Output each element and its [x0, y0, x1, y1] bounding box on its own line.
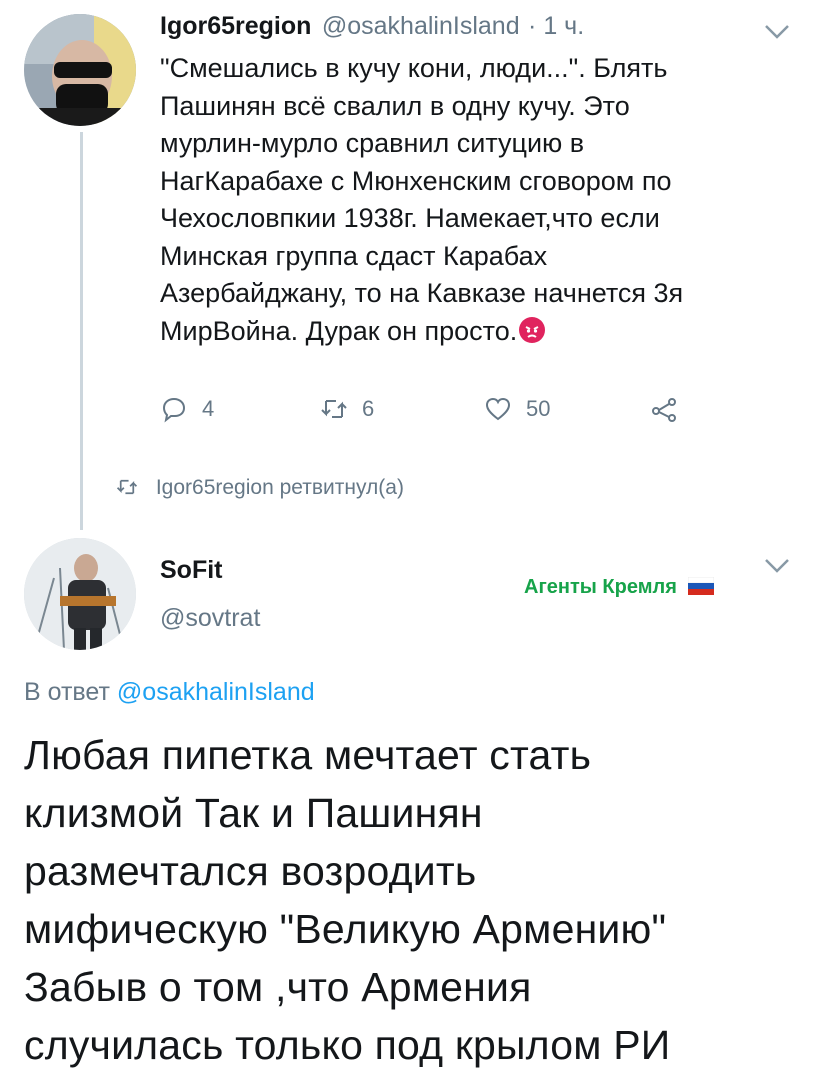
chevron-down-icon[interactable]	[764, 558, 790, 579]
retweet-icon	[116, 479, 138, 495]
heart-icon	[485, 397, 511, 421]
retweet-count: 6	[362, 396, 375, 421]
tweet-text-line: Чехословпкии 1938г. Намекает,что если	[160, 203, 660, 233]
tweet-text-line: клизмой Так и Пашинян	[24, 790, 483, 836]
reply-count: 4	[202, 396, 215, 421]
tweet-text-line: Азербайджану, то на Кавказе начнется 3я	[160, 278, 684, 308]
angry-face-emoji-icon	[519, 316, 546, 343]
share-icon	[652, 398, 676, 422]
thread-line	[80, 132, 83, 530]
retweet-notice-text[interactable]: Igor65region ретвитнул(а)	[156, 476, 404, 499]
tweet-actions: 4 6 50	[160, 393, 720, 429]
chevron-down-icon[interactable]	[764, 24, 790, 45]
handle[interactable]: @sovtrat	[160, 604, 260, 633]
reply-to-link[interactable]: @osakhalinIsland	[117, 678, 315, 706]
retweet-notice: Igor65region ретвитнул(а)	[116, 476, 404, 500]
display-name[interactable]: Igor65region	[160, 12, 311, 40]
tweet-text-line: размечтался возродить	[24, 848, 477, 894]
reply-button[interactable]: 4	[160, 395, 214, 423]
tweet-header: Igor65region @osakhalinIsland · 1 ч.	[160, 12, 760, 41]
tweet-text-line: МирВойна. Дурак он просто.	[160, 315, 518, 346]
tweet-text-line: Забыв о том ,что Армения	[24, 964, 532, 1010]
retweet-button[interactable]: 6	[320, 395, 374, 423]
display-name[interactable]: SoFit	[160, 556, 223, 585]
reply-prefix: В ответ	[24, 678, 110, 706]
like-button[interactable]: 50	[484, 395, 550, 423]
tweet-text: Любая пипетка мечтает стать клизмой Так …	[24, 726, 804, 1074]
tweet-text-line-last: МирВойна. Дурак он просто.	[160, 313, 800, 351]
tweet-text-line: Минская группа сдаст Карабах	[160, 240, 548, 271]
tweet-text-line: мифическую "Великую Армению"	[24, 906, 667, 952]
avatar-photo	[24, 538, 136, 650]
avatar[interactable]	[24, 14, 136, 126]
tweet-text: "Смешались в кучу кони, люди...". Блять …	[160, 50, 800, 350]
share-button[interactable]	[650, 395, 678, 423]
tweet-text-line: Пашинян всё свалил в одну кучу. Это	[160, 90, 630, 121]
tweet-text-line: "Смешались в кучу кони, люди...". Блять	[160, 53, 668, 83]
like-count: 50	[526, 396, 551, 421]
retweet-icon	[321, 400, 347, 418]
russia-flag-icon	[688, 577, 715, 595]
tweet-text-line: случилась только под крылом РИ	[24, 1022, 671, 1068]
tweet-text-line: НагКарабахе с Мюнхенским сговором по	[160, 165, 672, 196]
tweet-text-line: Любая пипетка мечтает стать	[24, 732, 592, 778]
profile-label-text: Агенты Кремля	[524, 576, 677, 598]
timestamp[interactable]: · 1 ч.	[528, 12, 584, 40]
reply-context: В ответ @osakhalinIsland	[24, 678, 315, 707]
handle[interactable]: @osakhalinIsland	[322, 12, 520, 40]
avatar[interactable]	[24, 538, 136, 650]
reply-icon	[162, 397, 186, 423]
avatar-photo	[24, 14, 136, 126]
profile-label: Агенты Кремля	[524, 576, 715, 599]
tweet-text-line: мурлин-мурло сравнил ситуцию в	[160, 128, 585, 158]
